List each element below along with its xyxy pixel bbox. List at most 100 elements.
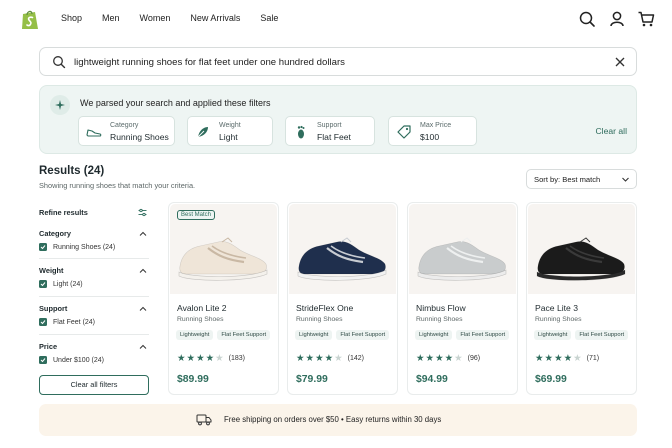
star-icon: ★: [315, 353, 324, 364]
product-tag: Lightweight: [295, 330, 333, 340]
product-card[interactable]: Best Match Avalon Lite 2 Running Shoes L…: [168, 202, 279, 395]
search-input[interactable]: lightweight running shoes for flat feet …: [74, 57, 345, 68]
product-tag: Lightweight: [176, 330, 214, 340]
product-tag: Lightweight: [415, 330, 453, 340]
product-tags: Lightweight Flat Feet Support: [534, 330, 629, 340]
clear-all-filters-link[interactable]: Clear all: [595, 126, 627, 136]
product-tag: Flat Feet Support: [217, 330, 271, 340]
product-card[interactable]: Pace Lite 3 Running Shoes Lightweight Fl…: [526, 202, 637, 395]
product-image[interactable]: [289, 204, 396, 294]
product-rating: ★ ★ ★ ★ ★ (96): [416, 354, 480, 364]
clear-search-icon[interactable]: [614, 56, 626, 68]
product-image[interactable]: Best Match: [170, 204, 277, 294]
nav-sale[interactable]: Sale: [260, 13, 278, 23]
star-icon: ★: [425, 353, 435, 364]
sidebar-option[interactable]: Under $100 (24): [39, 356, 104, 364]
product-tags: Lightweight Flat Feet Support: [295, 330, 390, 340]
sidebar-section-price: Price Under $100 (24): [39, 342, 149, 372]
sidebar-title: Refine results: [39, 208, 88, 217]
search-icon[interactable]: [578, 10, 596, 28]
checkbox-checked-icon[interactable]: [39, 243, 47, 251]
product-name[interactable]: Nimbus Flow: [416, 303, 466, 313]
filter-chip-weight[interactable]: Weight Light: [187, 116, 273, 146]
product-tag: Flat Feet Support: [456, 330, 510, 340]
nav-shop[interactable]: Shop: [61, 13, 82, 23]
chevron-up-icon[interactable]: [139, 343, 147, 351]
product-name[interactable]: Avalon Lite 2: [177, 303, 227, 313]
chevron-up-icon[interactable]: [139, 305, 147, 313]
product-price: $89.99: [177, 374, 209, 385]
running-shoe-image: [536, 237, 626, 281]
product-name[interactable]: StrideFlex One: [296, 303, 353, 313]
cart-icon[interactable]: [637, 10, 655, 28]
running-shoe-image: [297, 237, 387, 281]
star-icon: ★: [444, 353, 454, 364]
filter-chip-label: Category: [110, 122, 139, 129]
star-icon: ★: [544, 353, 554, 364]
filter-chip-label: Weight: [219, 122, 241, 129]
checkbox-checked-icon[interactable]: [39, 318, 47, 326]
account-icon[interactable]: [608, 10, 626, 28]
star-icon: ★: [435, 353, 444, 364]
sidebar-option[interactable]: Light (24): [39, 280, 83, 288]
product-image[interactable]: [409, 204, 516, 294]
product-tags: Lightweight Flat Feet Support: [415, 330, 510, 340]
star-icon: ★: [305, 353, 315, 364]
product-price: $69.99: [535, 374, 567, 385]
product-image[interactable]: [528, 204, 635, 294]
product-tag: Lightweight: [534, 330, 572, 340]
clear-all-filters-button[interactable]: Clear all filters: [39, 375, 149, 395]
shipping-banner-text: Free shipping on orders over $50 • Easy …: [224, 415, 442, 424]
nav-new-arrivals[interactable]: New Arrivals: [190, 13, 240, 23]
shopify-logo-icon[interactable]: [20, 9, 40, 31]
review-count: (183): [228, 355, 245, 363]
search-bar[interactable]: lightweight running shoes for flat feet …: [39, 47, 637, 76]
product-tag: Flat Feet Support: [575, 330, 629, 340]
sidebar-section-title: Weight: [39, 266, 64, 275]
sparkle-icon: [50, 95, 70, 115]
price-tag-icon: [397, 125, 411, 139]
top-header: Shop Men Women New Arrivals Sale: [0, 0, 672, 40]
product-name[interactable]: Pace Lite 3: [535, 303, 578, 313]
sidebar-section-title: Price: [39, 342, 58, 351]
product-tags: Lightweight Flat Feet Support: [176, 330, 271, 340]
filter-chip-category[interactable]: Category Running Shoes: [78, 116, 175, 146]
feather-icon: [196, 127, 208, 139]
adjust-filters-icon[interactable]: [138, 208, 147, 217]
sidebar-section-category: Category Running Shoes (24): [39, 229, 149, 259]
star-icon: ★: [324, 353, 334, 364]
shipping-banner: Free shipping on orders over $50 • Easy …: [39, 404, 637, 436]
filter-chip-support[interactable]: Support Flat Feet: [285, 116, 375, 146]
checkbox-checked-icon[interactable]: [39, 280, 47, 288]
product-card[interactable]: StrideFlex One Running Shoes Lightweight…: [287, 202, 398, 395]
chevron-up-icon[interactable]: [139, 230, 147, 238]
review-count: (142): [347, 355, 364, 363]
product-card[interactable]: Nimbus Flow Running Shoes Lightweight Fl…: [407, 202, 518, 395]
sidebar-section-title: Category: [39, 229, 72, 238]
product-category: Running Shoes: [416, 316, 463, 323]
product-rating: ★ ★ ★ ★ ★ (183): [177, 354, 245, 364]
results-subtitle: Showing running shoes that match your cr…: [39, 181, 196, 190]
chevron-up-icon[interactable]: [139, 267, 147, 275]
chevron-down-icon: [622, 177, 629, 182]
divider: [39, 258, 149, 259]
sidebar-option[interactable]: Running Shoes (24): [39, 243, 115, 251]
sort-dropdown[interactable]: Sort by: Best match: [526, 169, 637, 189]
filter-chip-value: Running Shoes: [110, 132, 169, 142]
filter-chip-label: Max Price: [420, 122, 452, 129]
filter-chip-value: Light: [219, 132, 238, 142]
product-rating: ★ ★ ★ ★ ★ (142): [296, 354, 364, 364]
parsed-filters-panel: We parsed your search and applied these …: [39, 85, 637, 154]
nav-men[interactable]: Men: [102, 13, 120, 23]
star-icon: ★: [454, 353, 463, 364]
search-icon: [53, 56, 66, 69]
star-icon: ★: [554, 353, 563, 364]
sidebar-option[interactable]: Flat Feet (24): [39, 318, 95, 326]
filter-chip-max-price[interactable]: Max Price $100: [388, 116, 477, 146]
checkbox-checked-icon[interactable]: [39, 356, 47, 364]
star-icon: ★: [535, 353, 544, 364]
sidebar-option-label: Flat Feet (24): [53, 318, 96, 326]
sidebar-option-label: Under $100 (24): [53, 356, 104, 364]
sidebar-section-title: Support: [39, 304, 68, 313]
nav-women[interactable]: Women: [140, 13, 171, 23]
